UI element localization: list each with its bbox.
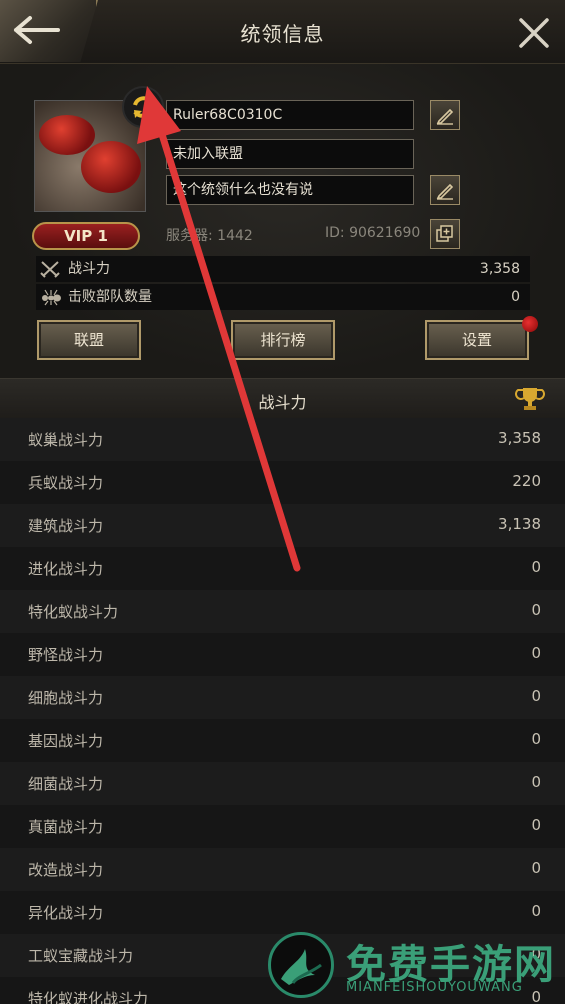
ranking-button[interactable]: 排行榜: [231, 320, 335, 360]
list-item: 进化战斗力 0: [0, 547, 565, 590]
alliance-field: 未加入联盟: [166, 139, 414, 169]
close-button[interactable]: [517, 16, 551, 50]
close-icon: [519, 18, 549, 48]
power-name: 真菌战斗力: [28, 818, 104, 836]
power-value: 220: [512, 472, 541, 490]
server-label: 服务器: 1442: [166, 228, 253, 244]
power-name: 工蚁宝藏战斗力: [28, 947, 134, 965]
alliance-button[interactable]: 联盟: [37, 320, 141, 360]
page-title: 统领信息: [240, 22, 325, 46]
watermark-subtext: MIANFEISHOUYOUWANG: [346, 980, 523, 995]
watermark-logo-icon: [268, 932, 334, 998]
list-item: 细胞战斗力 0: [0, 676, 565, 719]
power-name: 野怪战斗力: [28, 646, 104, 664]
power-value: 0: [531, 687, 541, 705]
watermark: 免费手游网 MIANFEISHOUYOUWANG: [268, 930, 560, 1002]
section-header: 战斗力: [0, 378, 565, 418]
power-value: 0: [531, 816, 541, 834]
defeated-units-row: 击败部队数量 0: [36, 284, 530, 310]
power-name: 细菌战斗力: [28, 775, 104, 793]
stat-value: 3,358: [479, 261, 520, 277]
pencil-icon: [436, 108, 454, 125]
copy-id-button[interactable]: [430, 219, 460, 249]
power-name: 异化战斗力: [28, 904, 104, 922]
power-value: 0: [531, 859, 541, 877]
list-item: 异化战斗力 0: [0, 891, 565, 934]
power-value: 3,358: [498, 429, 541, 447]
refresh-icon: [133, 96, 153, 118]
list-item: 特化蚁战斗力 0: [0, 590, 565, 633]
section-title: 战斗力: [258, 393, 307, 412]
list-item: 兵蚁战斗力 220: [0, 461, 565, 504]
power-name: 兵蚁战斗力: [28, 474, 104, 492]
settings-button[interactable]: 设置: [425, 320, 529, 360]
power-name: 细胞战斗力: [28, 689, 104, 707]
profile-panel: VIP 1 Ruler68C0310C 未加入联盟 这个统领什么也没有说 服务器…: [0, 64, 565, 378]
list-item: 野怪战斗力 0: [0, 633, 565, 676]
power-name: 基因战斗力: [28, 732, 104, 750]
list-item: 建筑战斗力 3,138: [0, 504, 565, 547]
power-value: 3,138: [498, 515, 541, 533]
player-id-label: ID: 90621690: [325, 225, 421, 241]
power-value: 0: [531, 730, 541, 748]
power-name: 改造战斗力: [28, 861, 104, 879]
edit-signature-button[interactable]: [430, 175, 460, 205]
list-item: 细菌战斗力 0: [0, 762, 565, 805]
stat-value: 0: [511, 289, 520, 305]
trophy-icon[interactable]: [515, 385, 545, 413]
power-name: 特化蚁战斗力: [28, 603, 119, 621]
stat-label: 击败部队数量: [68, 289, 152, 305]
power-value: 0: [531, 558, 541, 576]
power-name: 特化蚁进化战斗力: [28, 990, 149, 1004]
list-item: 蚁巢战斗力 3,358: [0, 418, 565, 461]
list-item: 改造战斗力 0: [0, 848, 565, 891]
change-avatar-button[interactable]: [122, 86, 164, 128]
ant-icon: [42, 289, 61, 306]
combat-power-row: 战斗力 3,358: [36, 256, 530, 282]
power-value: 0: [531, 644, 541, 662]
copy-icon: [436, 225, 453, 242]
crossed-swords-icon: [40, 261, 60, 278]
player-name-field: Ruler68C0310C: [166, 100, 414, 130]
notification-dot: [522, 316, 538, 332]
signature-field: 这个统领什么也没有说: [166, 175, 414, 205]
edit-name-button[interactable]: [430, 100, 460, 130]
top-bar: 统领信息: [0, 0, 565, 64]
avatar-ant-head: [39, 115, 95, 155]
power-value: 0: [531, 902, 541, 920]
vip-badge[interactable]: VIP 1: [32, 222, 140, 250]
avatar-ant-body: [81, 141, 141, 193]
power-name: 蚁巢战斗力: [28, 431, 104, 449]
power-name: 进化战斗力: [28, 560, 104, 578]
power-name: 建筑战斗力: [28, 517, 104, 535]
list-item: 基因战斗力 0: [0, 719, 565, 762]
pencil-icon: [436, 183, 454, 200]
stat-label: 战斗力: [68, 261, 110, 277]
power-value: 0: [531, 773, 541, 791]
power-list: 蚁巢战斗力 3,358 兵蚁战斗力 220 建筑战斗力 3,138 进化战斗力 0 特化…: [0, 418, 565, 1004]
list-item: 真菌战斗力 0: [0, 805, 565, 848]
power-value: 0: [531, 601, 541, 619]
